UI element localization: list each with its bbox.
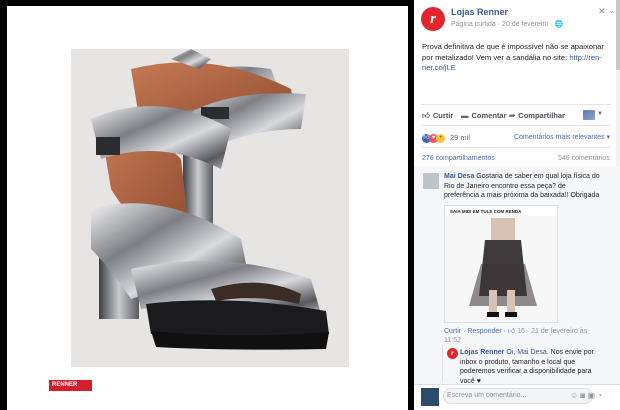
chevron-down-icon[interactable]: ⌄ — [608, 6, 615, 15]
comment-like-icon: 👍︎ — [507, 328, 516, 335]
comment-like-count[interactable]: 16 — [517, 328, 525, 335]
renner-watermark: RENNER — [49, 380, 92, 391]
comment-date[interactable]: 21 de fevereiro às 11:52 — [444, 328, 587, 344]
comment-body: Mai Desa Gostaria de saber em qual loja … — [444, 172, 600, 201]
scrollbar-thumb[interactable] — [616, 0, 620, 70]
divider — [421, 104, 611, 105]
comment-label: Comentar — [471, 111, 507, 120]
close-icon[interactable]: ✕ — [598, 6, 606, 17]
watermark-text: RENNER — [52, 382, 78, 388]
composer-icons: ☺ ◙ ▣ ◔ — [570, 391, 602, 400]
comment-author[interactable]: Mai Desa — [444, 173, 474, 180]
reply-body: Lojas Renner Oi, Mai Desa. Nos envie por… — [460, 348, 606, 386]
sandals-image — [71, 49, 349, 367]
attached-image-title: SAIA MIDI EM TULE COM RENDA — [450, 209, 522, 214]
page-name[interactable]: Lojas Renner — [451, 7, 508, 17]
like-button[interactable]: 👍︎ Curtir — [422, 111, 453, 121]
share-as-avatar[interactable] — [583, 110, 595, 120]
post-meta: Página curtida · 20 de fevereiro · 🌐 — [451, 21, 564, 28]
reaction-count[interactable]: 29 mil — [450, 133, 470, 142]
comment-icon: ▬ — [461, 111, 469, 120]
comment-like-link[interactable]: Curtir — [444, 328, 461, 335]
divider — [421, 147, 611, 148]
photo-card: RENNER — [7, 6, 408, 410]
comment-count[interactable]: 546 comentários — [558, 155, 610, 162]
share-arrow-icon: ➦ — [509, 111, 516, 120]
sticker-icon[interactable]: ◔ — [597, 391, 602, 400]
divider — [421, 125, 611, 126]
page-avatar[interactable]: r — [421, 7, 445, 31]
comment-button[interactable]: ▬ Comentar — [461, 111, 507, 120]
share-count[interactable]: 276 compartilhamentos — [422, 155, 495, 162]
viewer-avatar — [421, 388, 439, 406]
reply-author[interactable]: Lojas Renner — [460, 349, 504, 356]
reactions[interactable]: 👍︎ ♥ • — [422, 132, 445, 143]
post-photo[interactable] — [71, 49, 349, 367]
reply-page-avatar[interactable]: r — [447, 348, 458, 359]
commenter-avatar[interactable] — [423, 173, 439, 189]
share-button[interactable]: ➦ Compartilhar — [509, 111, 565, 120]
comment-sort-dropdown[interactable]: Comentários mais relevantes ▾ — [514, 133, 610, 141]
comment-attached-image[interactable]: SAIA MIDI EM TULE COM RENDA — [444, 205, 558, 323]
share-label: Compartilhar — [518, 111, 565, 120]
photo-viewer: RENNER — [0, 0, 414, 410]
reply-thread-line — [442, 345, 443, 381]
like-label: Curtir — [432, 111, 454, 120]
wow-reaction-icon: • — [436, 134, 445, 143]
caret-down-icon[interactable]: ▼ — [597, 111, 603, 117]
comment-actions: Curtir · Responder · 👍︎ 16 · 21 de fever… — [444, 328, 588, 344]
skirt-model-image — [445, 216, 557, 322]
post-text: Prova definitiva de que é impossível não… — [422, 42, 608, 74]
thumbs-up-icon: 👍︎ — [422, 111, 430, 120]
gif-icon[interactable]: ▣ — [587, 391, 595, 400]
post-panel: r Lojas Renner Página curtida · 20 de fe… — [414, 0, 620, 410]
emoji-icon[interactable]: ☺ — [570, 391, 578, 400]
comment-reply-link[interactable]: Responder — [467, 328, 501, 335]
camera-icon[interactable]: ◙ — [580, 391, 585, 400]
reply-mention[interactable]: Oi, Mai Desa. — [506, 349, 548, 356]
